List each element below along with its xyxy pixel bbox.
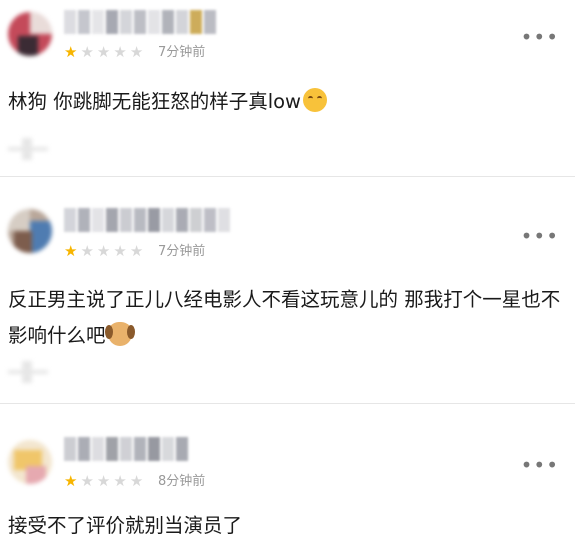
more-options-icon[interactable]: ••• — [521, 455, 559, 475]
more-options-icon[interactable]: ••• — [521, 226, 559, 246]
comment-text-block: 林狗 你跳脚无能狂怒的样子真low — [8, 84, 563, 120]
comment-time: 7分钟前 — [158, 244, 206, 259]
comment-text: 林狗 你跳脚无能狂怒的样子真low — [8, 90, 301, 113]
comment-card: ★ ★ ★ ★ ★ 7分钟前 ••• 反正男主说了正儿八经电影人不看这玩意儿的 … — [0, 177, 575, 403]
star-icon: ★ — [129, 472, 144, 490]
star-icon: ★ — [80, 43, 94, 61]
star-icon: ★ — [64, 242, 78, 260]
reply-icon-blurred[interactable] — [8, 138, 48, 160]
star-icon: ★ — [96, 472, 111, 490]
comment-time: 8分钟前 — [158, 474, 206, 489]
star-icon: ★ — [64, 472, 78, 490]
star-icon: ★ — [129, 242, 144, 260]
star-icon: ★ — [113, 472, 127, 490]
avatar[interactable] — [8, 440, 52, 484]
more-options-icon[interactable]: ••• — [521, 27, 559, 47]
comment-text: 接受不了评价就别当演员了 — [8, 514, 243, 537]
hugging-face-emoji-icon — [303, 88, 327, 112]
star-icon: ★ — [64, 43, 78, 61]
dog-face-emoji-icon — [104, 322, 135, 346]
star-icon: ★ — [113, 43, 127, 61]
star-icon: ★ — [96, 242, 111, 260]
username-blurred[interactable] — [64, 437, 188, 461]
comment-text: 反正男主说了正儿八经电影人不看这玩意儿的 那我打个一星也不影响什么吧 — [8, 288, 561, 347]
comment-card: ★ ★ ★ ★ ★ 8分钟前 ••• 接受不了评价就别当演员了 — [0, 404, 575, 550]
star-icon: ★ — [96, 43, 111, 61]
star-rating: ★ ★ ★ ★ ★ — [64, 473, 143, 489]
comment-card: ★ ★ ★ ★ ★ 7分钟前 ••• 林狗 你跳脚无能狂怒的样子真low — [0, 0, 575, 176]
username-blurred[interactable] — [64, 10, 216, 34]
comment-text-block: 接受不了评价就别当演员了 — [8, 508, 563, 544]
reply-icon-blurred[interactable] — [8, 361, 48, 383]
comment-text-block: 反正男主说了正儿八经电影人不看这玩意儿的 那我打个一星也不影响什么吧 — [8, 282, 563, 354]
comment-time: 7分钟前 — [158, 45, 206, 60]
avatar[interactable] — [8, 209, 52, 253]
star-icon: ★ — [113, 242, 127, 260]
star-rating: ★ ★ ★ ★ ★ — [64, 243, 143, 259]
username-blurred[interactable] — [64, 208, 230, 232]
star-icon: ★ — [129, 43, 144, 61]
star-icon: ★ — [80, 472, 94, 490]
star-rating: ★ ★ ★ ★ ★ — [64, 44, 143, 60]
avatar[interactable] — [8, 12, 52, 56]
star-icon: ★ — [80, 242, 94, 260]
